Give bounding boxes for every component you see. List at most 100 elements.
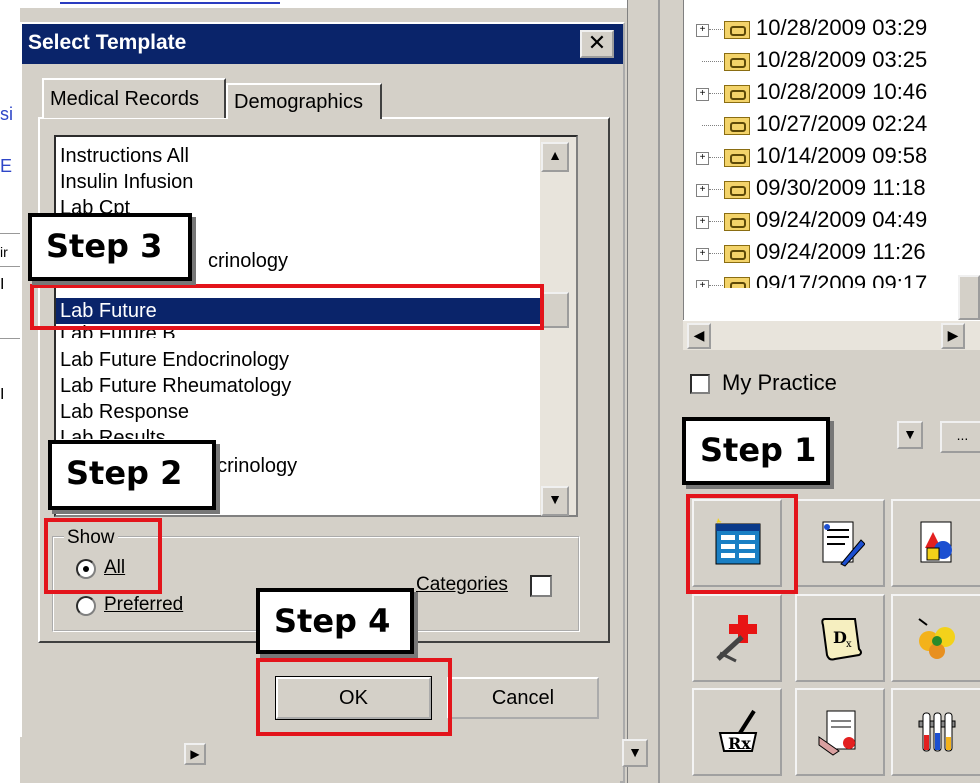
scroll-down-icon[interactable]: ▼ <box>541 486 569 516</box>
list-item[interactable]: Instructions All <box>60 143 189 169</box>
step3-callout: Step 3 <box>28 213 192 281</box>
folder-key-icon <box>724 21 750 39</box>
left-fragment-text: I <box>0 386 5 403</box>
more-button[interactable]: ... <box>940 421 980 453</box>
expand-icon[interactable]: + <box>696 88 709 101</box>
diagnosis-scroll-icon: D x <box>821 618 862 661</box>
tree-node-label: 10/27/2009 02:24 <box>756 111 928 136</box>
close-icon[interactable]: ✕ <box>580 30 614 58</box>
list-item[interactable]: Insulin Infusion <box>60 169 193 195</box>
pane-divider <box>648 0 684 783</box>
scroll-right-icon[interactable]: ▶ <box>941 323 965 349</box>
scroll-left-icon[interactable]: ◀ <box>687 323 711 349</box>
scroll-right-icon[interactable]: ▶ <box>184 743 206 765</box>
radio-preferred[interactable] <box>76 596 96 616</box>
lab-order-icon <box>818 710 856 756</box>
list-item[interactable]: Lab Results <box>60 425 166 439</box>
step1-callout: Step 1 <box>682 417 830 485</box>
tree-node-label: 09/17/2009 09:17 <box>756 271 928 288</box>
diagnosis-button[interactable]: D x <box>795 594 885 682</box>
left-fragment-text: I <box>0 276 5 293</box>
tree-node-label: 09/24/2009 04:49 <box>756 207 928 232</box>
document-shapes-icon <box>920 521 952 563</box>
tab-demographics[interactable]: Demographics <box>226 83 382 119</box>
left-pane: si E ir I I <box>0 8 20 783</box>
list-item[interactable]: Lab Future Rheumatology <box>60 373 291 399</box>
radio-preferred-label[interactable]: Preferred <box>104 594 183 616</box>
folder-key-icon <box>724 277 750 288</box>
list-item[interactable]: ocrinology <box>206 453 297 479</box>
folder-key-icon <box>724 117 750 135</box>
document-shapes-button[interactable] <box>891 499 980 587</box>
expand-icon[interactable]: + <box>696 24 709 37</box>
tree-node[interactable]: + 09/30/2009 11:18 <box>684 172 980 204</box>
injection-button[interactable] <box>692 594 782 682</box>
tree-node[interactable]: + 09/17/2009 09:17 <box>684 268 980 288</box>
dropdown-arrow-icon[interactable]: ▼ <box>897 421 923 449</box>
tree-node-label: 09/24/2009 11:26 <box>756 239 926 264</box>
tree-node[interactable]: + 09/24/2009 04:49 <box>684 204 980 236</box>
test-tubes-button[interactable] <box>891 688 980 776</box>
tree-node[interactable]: 10/27/2009 02:24 <box>684 108 980 140</box>
pane-splitter[interactable] <box>627 0 649 783</box>
bottom-scroll-area <box>20 737 620 783</box>
flowers-icon <box>918 618 955 659</box>
left-fragment-text: E <box>0 156 13 176</box>
test-tubes-icon <box>918 712 956 752</box>
categories-checkbox[interactable] <box>530 575 552 597</box>
tree-node-label: 09/30/2009 11:18 <box>756 175 926 200</box>
svg-text:D: D <box>833 628 847 647</box>
folder-key-icon <box>724 245 750 263</box>
note-sign-button[interactable] <box>795 499 885 587</box>
folder-key-icon <box>724 85 750 103</box>
svg-text:Rx: Rx <box>728 734 751 753</box>
folder-key-icon <box>724 53 750 71</box>
list-item[interactable]: Lab Future Endocrinology <box>60 347 289 373</box>
expand-icon[interactable]: + <box>696 280 709 288</box>
expand-icon[interactable]: + <box>696 216 709 229</box>
list-item[interactable]: crinology <box>208 248 288 274</box>
cancel-button[interactable]: Cancel <box>447 677 599 719</box>
expand-icon[interactable]: + <box>696 152 709 165</box>
tree-node-label: 10/28/2009 03:29 <box>756 15 928 40</box>
tree-node[interactable]: 10/28/2009 03:25 <box>684 44 980 76</box>
tree-scroll-thumb[interactable] <box>958 275 980 320</box>
flowers-button[interactable] <box>891 594 980 682</box>
note-signing-icon <box>822 521 865 567</box>
highlight-step2 <box>44 518 162 594</box>
folder-key-icon <box>724 213 750 231</box>
encounter-tree[interactable]: + 10/28/2009 03:29 10/28/2009 03:25 + 10… <box>683 0 980 320</box>
left-fragment-text: ir <box>0 244 8 260</box>
expand-icon[interactable]: + <box>696 184 709 197</box>
scroll-up-icon[interactable]: ▲ <box>541 142 569 172</box>
tree-node[interactable]: + 10/14/2009 09:58 <box>684 140 980 172</box>
categories-label[interactable]: Categories <box>416 574 508 596</box>
prescription-button[interactable]: Rx <box>692 688 782 776</box>
svg-text:x: x <box>846 639 852 650</box>
folder-key-icon <box>724 149 750 167</box>
tab-medical-records[interactable]: Medical Records <box>42 78 226 118</box>
my-practice-checkbox[interactable] <box>690 374 710 394</box>
highlight-step4 <box>256 658 452 736</box>
expand-icon[interactable]: + <box>696 248 709 261</box>
tree-node-label: 10/14/2009 09:58 <box>756 143 928 168</box>
tree-node-label: 10/28/2009 03:25 <box>756 47 928 72</box>
my-practice-label: My Practice <box>722 370 837 395</box>
left-fragment-text: si <box>0 104 13 124</box>
step4-callout: Step 4 <box>256 588 414 654</box>
lab-order-button[interactable] <box>795 688 885 776</box>
step2-callout: Step 2 <box>48 440 216 510</box>
list-scroll-thumb[interactable] <box>541 292 569 328</box>
dialog-title: Select Template <box>28 31 187 54</box>
tree-node[interactable]: + 10/28/2009 10:46 <box>684 76 980 108</box>
tree-node[interactable]: + 09/24/2009 11:26 <box>684 236 980 268</box>
tree-horizontal-scrollbar[interactable]: ◀ ▶ <box>683 320 980 350</box>
highlight-step3 <box>30 284 544 330</box>
folder-key-icon <box>724 181 750 199</box>
prescription-mortar-icon: Rx <box>718 709 758 753</box>
list-item[interactable]: Lab Response <box>60 399 189 425</box>
tree-node-label: 10/28/2009 10:46 <box>756 79 928 104</box>
medical-injection-icon <box>716 615 757 663</box>
tree-node[interactable]: + 10/28/2009 03:29 <box>684 12 980 44</box>
scroll-down-icon[interactable]: ▼ <box>622 739 648 767</box>
